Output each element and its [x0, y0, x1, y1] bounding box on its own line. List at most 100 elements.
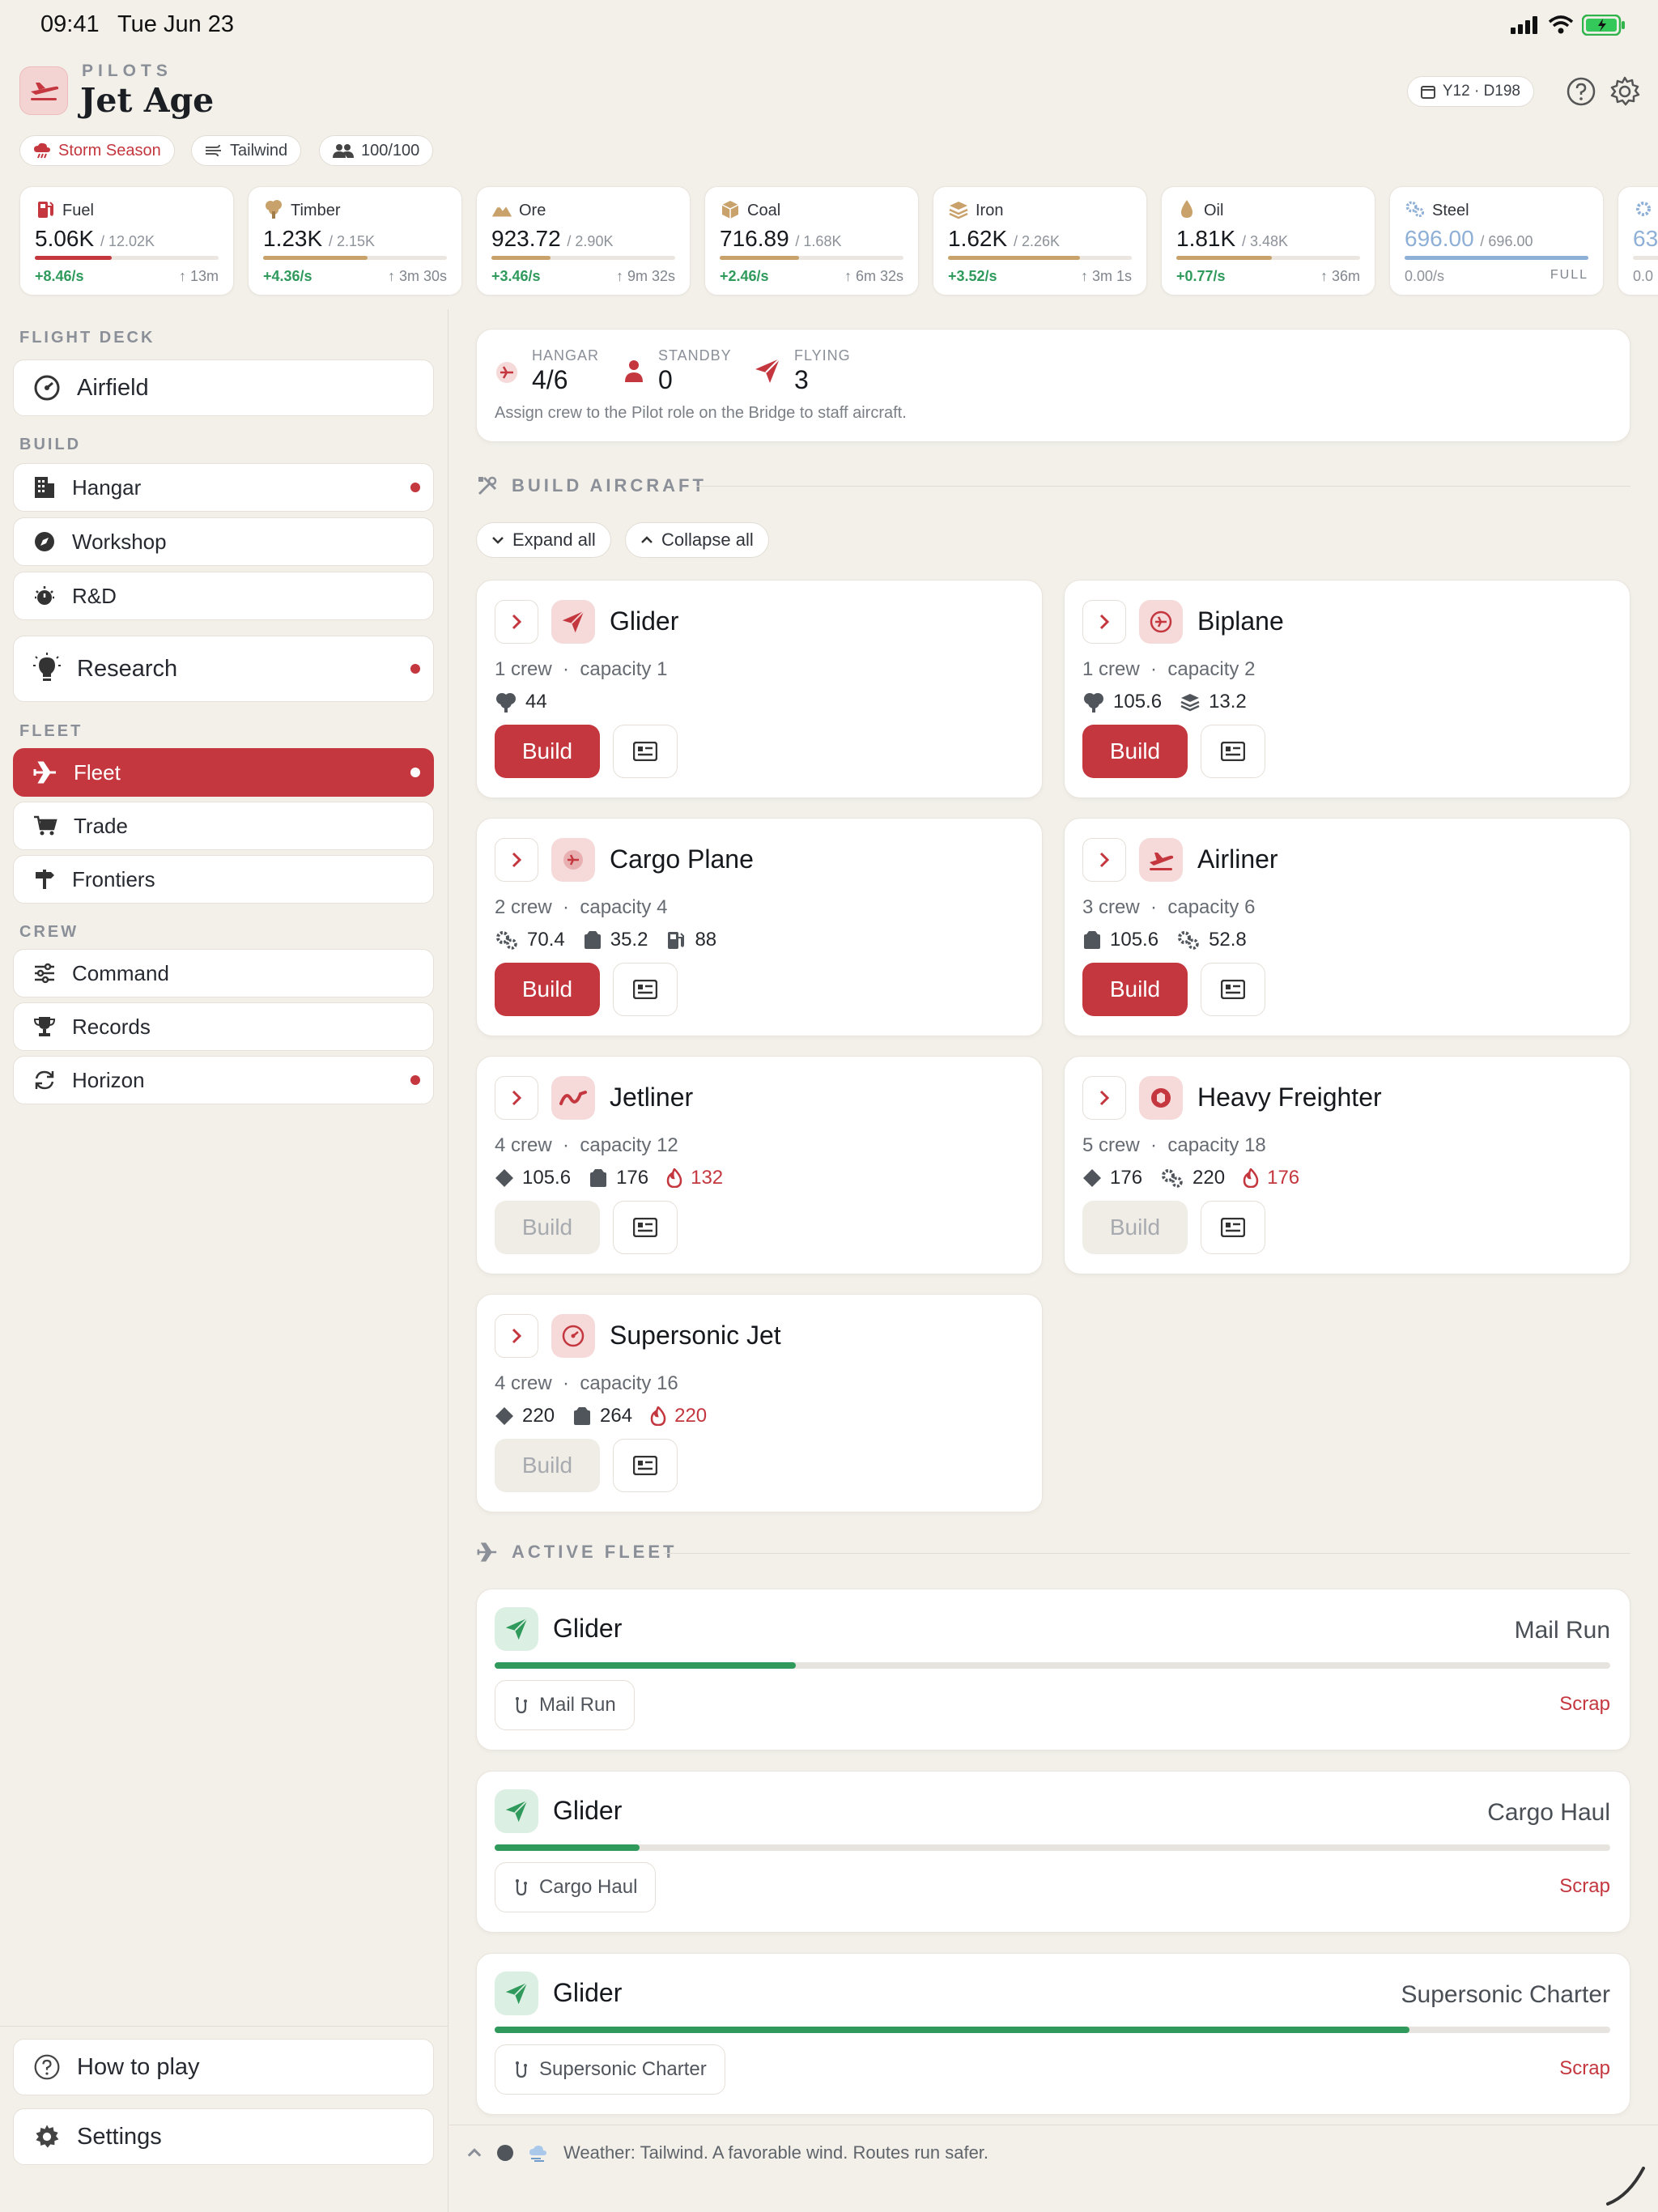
scrap-button[interactable]: Scrap	[1559, 2057, 1610, 2080]
resource-value: 716.89 / 1.68K	[720, 226, 842, 251]
route-button[interactable]: Supersonic Charter	[495, 2044, 725, 2095]
gears-icon	[1405, 201, 1425, 218]
build-button[interactable]: Build	[1082, 963, 1188, 1016]
aircraft-card-biplane: Biplane 1 crew · capacity 2 105.6 13.2 Build	[1064, 580, 1630, 798]
route-button[interactable]: Mail Run	[495, 1680, 635, 1730]
signal-icon	[1511, 16, 1537, 34]
wind-icon	[206, 144, 221, 157]
help-icon	[34, 2054, 60, 2080]
iron-ingot-icon	[949, 202, 968, 219]
wifi-icon	[1548, 15, 1574, 34]
resource-card-coal[interactable]: Coal 716.89 / 1.68K +2.46/s ↑ 6m 32s	[704, 186, 919, 296]
route-button[interactable]: Cargo Haul	[495, 1862, 657, 1912]
signpost-icon	[36, 870, 54, 889]
build-button[interactable]: Build	[495, 725, 600, 778]
resource-card-oil[interactable]: Oil 1.81K / 3.48K +0.77/s ↑ 36m	[1161, 186, 1375, 296]
resource-name: Iron	[976, 202, 1004, 219]
coal-box-icon	[1084, 931, 1100, 949]
sidebar-item-research[interactable]: Research	[13, 636, 434, 702]
storm-cloud-icon	[34, 143, 50, 159]
aircraft-badge	[551, 600, 595, 644]
sidebar-item-records[interactable]: Records	[13, 1002, 434, 1051]
expand-toggle[interactable]	[495, 1314, 538, 1358]
flying-value: 3	[794, 365, 809, 394]
aircraft-name: Heavy Freighter	[1197, 1083, 1382, 1112]
aircraft-costs: 220 264 220	[495, 1405, 707, 1427]
sidebar-item-workshop[interactable]: Workshop	[13, 517, 434, 566]
notification-dot	[410, 483, 420, 492]
date-chip[interactable]: Y12 · D198	[1406, 76, 1534, 107]
plane-circle-icon	[496, 362, 517, 383]
details-button[interactable]	[613, 725, 678, 778]
resource-card-timber[interactable]: Timber 1.23K / 2.15K +4.36/s ↑ 3m 30s	[248, 186, 462, 296]
build-button[interactable]: Build	[495, 1201, 600, 1254]
aircraft-costs: 105.6 52.8	[1082, 929, 1247, 951]
tailwind-chip[interactable]: Tailwind	[191, 135, 302, 166]
storm-season-chip[interactable]: Storm Season	[19, 135, 175, 166]
resource-card-steel[interactable]: Steel 696.00 / 696.00 0.00/s FULL	[1389, 186, 1604, 296]
cost-item: 52.8	[1176, 929, 1247, 951]
details-button[interactable]	[1201, 725, 1265, 778]
cost-item: 70.4	[495, 929, 565, 951]
resource-bar	[35, 256, 219, 260]
aircraft-name: Glider	[610, 606, 679, 636]
expand-all-button[interactable]: Expand all	[476, 522, 611, 558]
sidebar-item-fleet[interactable]: Fleet	[13, 748, 434, 797]
plane-circle-icon	[563, 850, 583, 870]
ore-icon	[491, 205, 512, 217]
resource-card-fuel[interactable]: Fuel 5.06K / 12.02K +8.46/s ↑ 13m	[19, 186, 234, 296]
scrap-button[interactable]: Scrap	[1559, 1693, 1610, 1716]
details-button[interactable]	[1201, 963, 1265, 1016]
sidebar-item-hangar[interactable]: Hangar	[13, 463, 434, 512]
help-button[interactable]	[1564, 74, 1598, 108]
expand-toggle[interactable]	[495, 600, 538, 644]
speedometer-icon	[562, 1325, 585, 1347]
expand-toggle[interactable]	[1082, 600, 1126, 644]
details-button[interactable]	[613, 1201, 678, 1254]
cost-item: 35.2	[583, 929, 648, 951]
settings-button[interactable]	[1608, 74, 1642, 108]
sidebar-item-frontiers[interactable]: Frontiers	[13, 855, 434, 904]
population-chip[interactable]: 100/100	[319, 135, 434, 166]
build-button[interactable]: Build	[495, 1439, 600, 1492]
details-button[interactable]	[613, 1439, 678, 1492]
button-label: Collapse all	[661, 530, 754, 550]
fleet-card: Glider Supersonic Charter Supersonic Chart…	[476, 1953, 1630, 2115]
fleet-badge	[495, 1972, 538, 2015]
resource-card-ore[interactable]: Ore 923.72 / 2.90K +3.46/s ↑ 9m 32s	[476, 186, 691, 296]
resource-rate: +4.36/s	[263, 268, 312, 284]
calendar-icon	[1420, 86, 1435, 99]
coal-box-icon	[721, 201, 739, 219]
resource-eta: ↑ 13m	[178, 268, 219, 284]
sidebar-item-horizon[interactable]: Horizon	[13, 1056, 434, 1104]
sliders-icon	[35, 963, 54, 984]
sidebar-item-rnd[interactable]: R&D	[13, 572, 434, 620]
collapse-all-button[interactable]: Collapse all	[625, 522, 769, 558]
details-button[interactable]	[613, 963, 678, 1016]
chevron-up-icon[interactable]	[466, 2148, 483, 2158]
resource-bar	[1405, 256, 1588, 260]
sidebar-item-trade[interactable]: Trade	[13, 802, 434, 850]
sidebar-item-airfield[interactable]: Airfield	[13, 359, 434, 416]
resource-bar	[720, 256, 903, 260]
section-divider	[696, 486, 1630, 487]
resource-card-partial[interactable]: 63 0.0	[1618, 186, 1658, 296]
expand-toggle[interactable]	[1082, 838, 1126, 882]
details-button[interactable]	[1201, 1201, 1265, 1254]
build-button[interactable]: Build	[1082, 1201, 1188, 1254]
cost-item: 220	[650, 1405, 707, 1427]
scrap-button[interactable]: Scrap	[1559, 1875, 1610, 1898]
build-button[interactable]: Build	[495, 963, 600, 1016]
how-to-play-button[interactable]: How to play	[13, 2039, 434, 2095]
resource-eta: ↑ 9m 32s	[615, 268, 675, 284]
aircraft-costs: 105.6 13.2	[1082, 691, 1247, 713]
expand-toggle[interactable]	[495, 1076, 538, 1120]
expand-toggle[interactable]	[495, 838, 538, 882]
expand-toggle[interactable]	[1082, 1076, 1126, 1120]
settings-nav-button[interactable]: Settings	[13, 2108, 434, 2165]
sidebar-item-command[interactable]: Command	[13, 949, 434, 998]
resource-card-iron[interactable]: Iron 1.62K / 2.26K +3.52/s ↑ 3m 1s	[933, 186, 1147, 296]
id-card-icon	[633, 1218, 657, 1237]
build-button[interactable]: Build	[1082, 725, 1188, 778]
resource-eta: ↑ 3m 30s	[387, 268, 447, 284]
